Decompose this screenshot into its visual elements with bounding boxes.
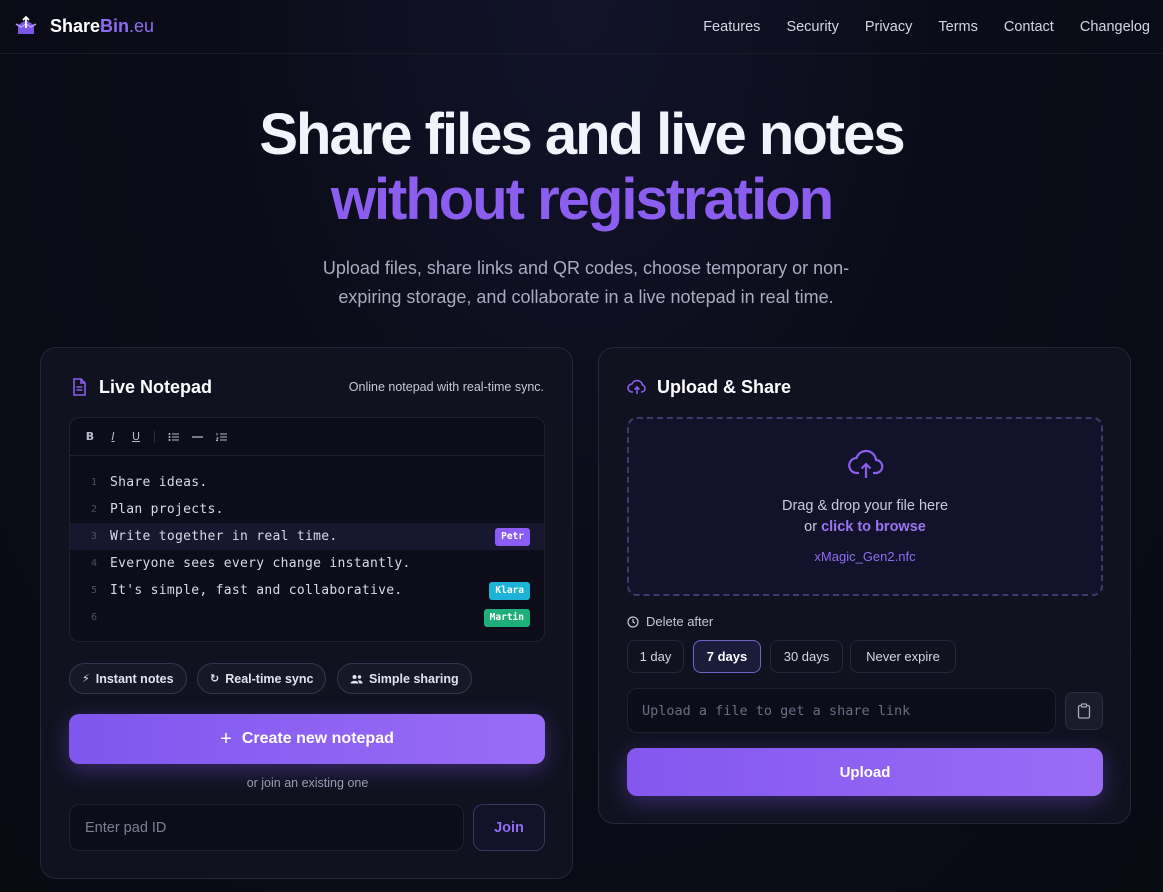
hero-title: Share files and live notes <box>259 102 905 167</box>
file-dropzone[interactable]: Drag & drop your file here or click to b… <box>627 417 1103 596</box>
share-link-field[interactable] <box>627 688 1056 733</box>
nav-links: Features Security Privacy Terms Contact … <box>703 19 1150 35</box>
line-text: It's simple, fast and collaborative. <box>110 583 403 598</box>
document-icon <box>73 378 86 396</box>
copy-link-button[interactable] <box>1065 692 1103 730</box>
nav-link-features[interactable]: Features <box>703 19 760 35</box>
cloud-upload-icon <box>627 379 646 394</box>
editor-lines[interactable]: 1 Share ideas. 2 Plan projects. 3 Write … <box>70 456 544 631</box>
expiry-option-1-day[interactable]: 1 day <box>627 640 684 673</box>
upload-button[interactable]: Upload <box>627 748 1103 796</box>
line-text: Plan projects. <box>110 502 224 517</box>
cloud-upload-icon <box>848 449 884 478</box>
notepad-subtitle: Online notepad with real-time sync. <box>348 380 544 394</box>
italic-button[interactable]: I <box>108 430 118 443</box>
editor-line[interactable]: 6 Martin <box>70 604 544 631</box>
expiry-option-never-expire[interactable]: Never expire <box>850 640 956 673</box>
join-button[interactable]: Join <box>473 804 545 851</box>
editor-line-active[interactable]: 3 Write together in real time. Petr <box>70 523 544 550</box>
live-notepad-card: Live Notepad Online notepad with real-ti… <box>40 347 573 879</box>
nav-link-privacy[interactable]: Privacy <box>865 19 913 35</box>
join-hint: or join an existing one <box>246 776 369 790</box>
clock-icon <box>627 615 639 628</box>
editor-toolbar: B I U <box>70 418 544 456</box>
nav-link-changelog[interactable]: Changelog <box>1080 19 1150 35</box>
collaborator-cursor-petr: Petr <box>495 527 530 546</box>
toolbar-divider <box>154 430 155 443</box>
line-number: 6 <box>91 612 98 623</box>
logo-icon <box>15 15 37 34</box>
expiry-option-7-days[interactable]: 7 days <box>693 640 761 673</box>
feature-pill-real-time-sync: ↻ Real-time sync <box>197 663 327 694</box>
editor-line[interactable]: 4 Everyone sees every change instantly. <box>70 550 544 577</box>
lightning-icon: ⚡ <box>82 673 90 685</box>
hero-subtitle: Upload files, share links and QR codes, … <box>322 258 850 307</box>
feature-pill-instant-notes: ⚡ Instant notes <box>69 663 187 694</box>
bullet-list-icon[interactable] <box>168 432 179 442</box>
underline-button[interactable]: U <box>131 430 141 443</box>
editor-line[interactable]: 5 It's simple, fast and collaborative. K… <box>70 577 544 604</box>
upload-share-card: Upload & Share Drag & drop your file her… <box>598 347 1131 824</box>
drop-instructions: Drag & drop your file here <box>781 498 949 514</box>
hero-title-accent: without registration <box>330 167 834 232</box>
nav-link-contact[interactable]: Contact <box>1004 19 1054 35</box>
line-number: 5 <box>91 585 98 596</box>
line-number: 4 <box>91 558 98 569</box>
bold-button[interactable]: B <box>85 430 95 443</box>
delete-after-label: Delete after <box>627 614 713 629</box>
feature-pill-simple-sharing: Simple sharing <box>337 663 472 694</box>
nav-link-terms[interactable]: Terms <box>938 19 977 35</box>
top-nav: ShareBin.eu Features Security Privacy Te… <box>0 0 1163 54</box>
expiry-option-30-days[interactable]: 30 days <box>770 640 843 673</box>
selected-file-name: xMagic_Gen2.nfc <box>814 549 916 564</box>
browse-line: or click to browse <box>804 519 926 535</box>
line-text: Write together in real time. <box>110 529 338 544</box>
line-number: 2 <box>91 504 98 515</box>
line-number: 1 <box>91 477 98 488</box>
notepad-title: Live Notepad <box>99 377 213 397</box>
line-number: 3 <box>91 531 98 542</box>
brand-name: ShareBin.eu <box>50 16 155 36</box>
editor-line[interactable]: 2 Plan projects. <box>70 496 544 523</box>
line-text: Everyone sees every change instantly. <box>110 556 411 571</box>
pad-id-input[interactable] <box>69 804 464 851</box>
nav-link-security[interactable]: Security <box>786 19 838 35</box>
clipboard-icon <box>1077 703 1091 719</box>
browse-link[interactable]: click to browse <box>821 519 926 535</box>
collaborator-cursor-martin: Martin <box>483 608 530 627</box>
sync-icon: ↻ <box>210 673 220 685</box>
collaborator-cursor-klara: Klara <box>489 581 530 600</box>
line-text: Share ideas. <box>110 475 208 490</box>
plus-icon: + <box>220 727 232 750</box>
horizontal-rule-icon[interactable] <box>192 432 203 442</box>
editor-line[interactable]: 1 Share ideas. <box>70 469 544 496</box>
upload-title: Upload & Share <box>657 377 792 397</box>
ordered-list-icon[interactable] <box>216 432 227 442</box>
create-notepad-button[interactable]: + Create new notepad <box>69 714 545 764</box>
notepad-editor[interactable]: B I U 1 Share ideas. 2 Plan projects. 3 … <box>69 417 545 642</box>
brand[interactable]: ShareBin.eu <box>14 15 154 39</box>
users-icon <box>350 674 363 683</box>
